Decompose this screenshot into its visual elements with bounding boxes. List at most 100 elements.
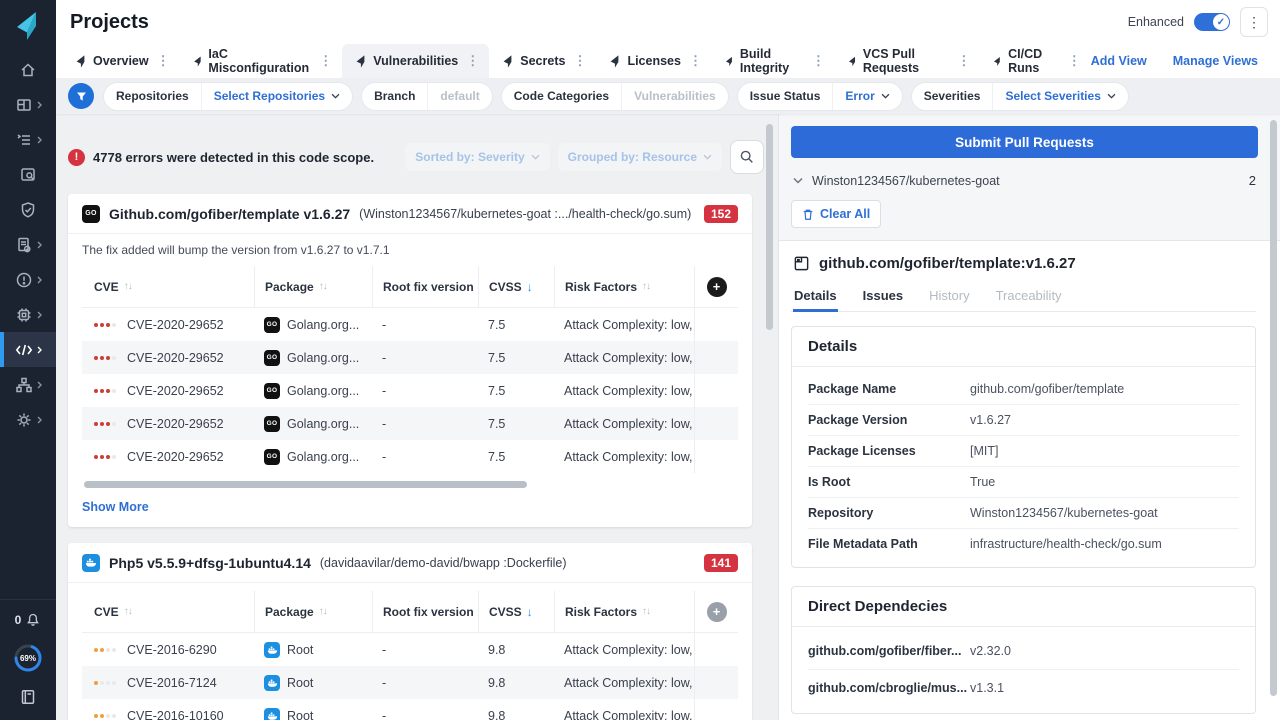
- column-header-cvss[interactable]: CVSS↓: [478, 266, 554, 307]
- chevron-right-icon: [37, 311, 42, 319]
- column-header-risk-factors[interactable]: Risk Factors↑↓: [554, 591, 694, 632]
- table-row[interactable]: CVE-2020-29652 GOGolang.org... - 7.5 Att…: [82, 407, 738, 440]
- table-row[interactable]: CVE-2020-29652 GOGolang.org... - 7.5 Att…: [82, 308, 738, 341]
- sort-icon[interactable]: ↑↓: [319, 281, 327, 292]
- tab-vulnerabilities[interactable]: Vulnerabilities⋮: [342, 44, 489, 78]
- tab-menu-icon[interactable]: ⋮: [317, 53, 334, 69]
- grouped-by-dropdown[interactable]: Grouped by: Resource: [558, 143, 722, 171]
- sidebar-item-home[interactable]: [0, 52, 56, 87]
- sidebar-item-projects[interactable]: [0, 122, 56, 157]
- cve-id[interactable]: CVE-2016-6290: [127, 643, 217, 657]
- tab-vcs-pull-requests[interactable]: VCS Pull Requests⋮: [835, 44, 981, 78]
- notifications-button[interactable]: 0: [15, 612, 42, 628]
- column-header-package[interactable]: Package↑↓: [254, 266, 372, 307]
- column-header-cve[interactable]: CVE↑↓: [82, 591, 254, 632]
- tab-menu-icon[interactable]: ⋮: [1066, 53, 1083, 69]
- table-row[interactable]: CVE-2020-29652 GOGolang.org... - 7.5 Att…: [82, 440, 738, 473]
- cve-id[interactable]: CVE-2020-29652: [127, 318, 224, 332]
- column-header-package[interactable]: Package↑↓: [254, 591, 372, 632]
- column-header-cve[interactable]: CVE↑↓: [82, 266, 254, 307]
- page-menu-button[interactable]: ⋮: [1240, 7, 1268, 37]
- tab-overview[interactable]: Overview⋮: [62, 44, 180, 78]
- enhanced-toggle[interactable]: ✓: [1194, 13, 1230, 31]
- sidebar-item-compute[interactable]: [0, 297, 56, 332]
- column-header-root-fix-version[interactable]: Root fix version↑↓: [372, 266, 478, 307]
- tab-licenses[interactable]: Licenses⋮: [596, 44, 712, 78]
- cve-id[interactable]: CVE-2016-10160: [127, 709, 224, 720]
- column-header-risk-factors[interactable]: Risk Factors↑↓: [554, 266, 694, 307]
- group-header[interactable]: Php5 v5.5.9+dfsg-1ubuntu4.14 (davidaavil…: [68, 543, 752, 583]
- add-view-button[interactable]: Add View: [1091, 54, 1147, 68]
- clear-all-button[interactable]: Clear All: [791, 200, 881, 228]
- tab-details[interactable]: Details: [793, 282, 838, 311]
- group-header[interactable]: GO Github.com/gofiber/template v1.6.27 (…: [68, 194, 752, 234]
- cve-id[interactable]: CVE-2020-29652: [127, 450, 224, 464]
- scrollbar-thumb[interactable]: [84, 481, 527, 488]
- issue-status-dropdown[interactable]: Error: [833, 83, 901, 110]
- manage-views-button[interactable]: Manage Views: [1173, 54, 1258, 68]
- sort-icon[interactable]: ↑↓: [642, 281, 650, 292]
- tab-menu-icon[interactable]: ⋮: [571, 53, 588, 69]
- prisma-cloud-logo[interactable]: [0, 0, 56, 52]
- horizontal-scrollbar[interactable]: [84, 481, 736, 488]
- tab-cicd-runs[interactable]: CI/CD Runs⋮: [980, 44, 1090, 78]
- sort-desc-icon[interactable]: ↓: [527, 605, 533, 619]
- code-categories-value[interactable]: Vulnerabilities: [622, 83, 728, 110]
- tab-menu-icon[interactable]: ⋮: [155, 53, 172, 69]
- sort-desc-icon[interactable]: ↓: [527, 280, 533, 294]
- tab-build-integrity[interactable]: Build Integrity⋮: [712, 44, 835, 78]
- column-header-root-fix-version[interactable]: Root fix version↑↓: [372, 591, 478, 632]
- tab-menu-icon[interactable]: ⋮: [810, 53, 827, 69]
- submit-pull-requests-button[interactable]: Submit Pull Requests: [791, 126, 1258, 158]
- repo-group-row[interactable]: Winston1234567/kubernetes-goat 2: [791, 173, 1258, 188]
- tab-secrets[interactable]: Secrets⋮: [489, 44, 596, 78]
- package-name: Root: [287, 709, 313, 720]
- tab-issues[interactable]: Issues: [862, 282, 904, 311]
- tab-menu-icon[interactable]: ⋮: [687, 53, 704, 69]
- sort-icon[interactable]: ↑↓: [124, 281, 132, 292]
- table-row[interactable]: CVE-2016-6290 Root - 9.8 Attack Complexi…: [82, 633, 738, 666]
- table-row[interactable]: CVE-2020-29652 GOGolang.org... - 7.5 Att…: [82, 374, 738, 407]
- tab-iac-misconfiguration[interactable]: IaC Misconfiguration⋮: [180, 44, 343, 78]
- table-row[interactable]: CVE-2016-10160 Root - 9.8 Attack Complex…: [82, 699, 738, 720]
- tab-history[interactable]: History: [928, 282, 970, 311]
- sidebar-item-inventory[interactable]: [0, 157, 56, 192]
- cve-id[interactable]: CVE-2016-7124: [127, 676, 217, 690]
- tab-traceability[interactable]: Traceability: [995, 282, 1063, 311]
- cve-id[interactable]: CVE-2020-29652: [127, 384, 224, 398]
- panel-vertical-scrollbar[interactable]: [1270, 120, 1277, 696]
- show-more-link[interactable]: Show More: [68, 490, 752, 527]
- sidebar-item-application-security[interactable]: [0, 332, 56, 367]
- sidebar-item-dashboards[interactable]: [0, 87, 56, 122]
- sidebar-item-alerts[interactable]: [0, 262, 56, 297]
- sort-icon[interactable]: ↑↓: [124, 606, 132, 617]
- cve-id[interactable]: CVE-2020-29652: [127, 351, 224, 365]
- sidebar-item-compliance[interactable]: [0, 227, 56, 262]
- table-row[interactable]: CVE-2016-7124 Root - 9.8 Attack Complexi…: [82, 666, 738, 699]
- sidebar-item-security[interactable]: [0, 192, 56, 227]
- add-column-button[interactable]: +: [707, 277, 727, 297]
- search-button[interactable]: [730, 140, 764, 174]
- filters-button[interactable]: [68, 83, 94, 109]
- tab-menu-icon[interactable]: ⋮: [955, 53, 972, 69]
- branch-value[interactable]: default: [428, 83, 491, 110]
- table-row[interactable]: CVE-2020-29652 GOGolang.org... - 7.5 Att…: [82, 341, 738, 374]
- main-vertical-scrollbar[interactable]: [766, 124, 773, 330]
- sort-icon[interactable]: ↑↓: [319, 606, 327, 617]
- progress-percent: 69%: [12, 642, 44, 674]
- tab-menu-icon[interactable]: ⋮: [464, 53, 481, 69]
- select-severities-dropdown[interactable]: Select Severities: [993, 83, 1127, 110]
- docs-book-icon[interactable]: [19, 688, 37, 706]
- sidebar-nav: [0, 52, 56, 437]
- sort-icon[interactable]: ↑↓: [642, 606, 650, 617]
- sorted-by-dropdown[interactable]: Sorted by: Severity: [405, 143, 549, 171]
- progress-ring[interactable]: 69%: [12, 642, 44, 674]
- risk-factors: Attack Complexity: low,: [554, 341, 694, 374]
- error-summary: 4778 errors were detected in this code s…: [93, 150, 374, 165]
- sidebar-item-settings[interactable]: [0, 402, 56, 437]
- add-column-button[interactable]: +: [707, 602, 727, 622]
- column-header-cvss[interactable]: CVSS↓: [478, 591, 554, 632]
- select-repositories-dropdown[interactable]: Select Repositories: [202, 83, 352, 110]
- sidebar-item-network[interactable]: [0, 367, 56, 402]
- cve-id[interactable]: CVE-2020-29652: [127, 417, 224, 431]
